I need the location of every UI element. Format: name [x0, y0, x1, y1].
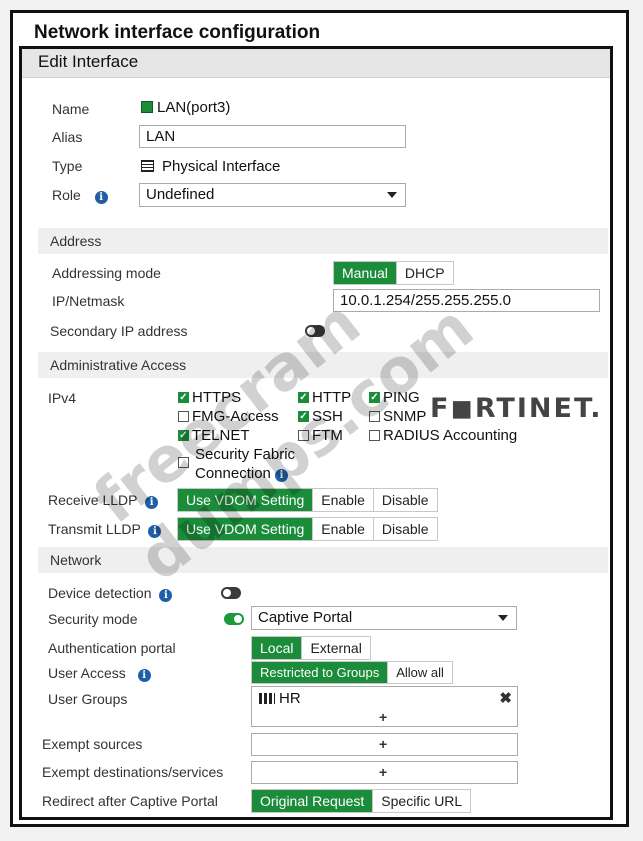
- auth-external-button[interactable]: External: [302, 637, 369, 659]
- lldp-enable-button[interactable]: Enable: [313, 489, 374, 511]
- auth-portal-toggle: Local External: [251, 636, 371, 660]
- ip-netmask-label: IP/Netmask: [52, 293, 125, 309]
- user-access-toggle: Restricted to Groups Allow all: [251, 661, 453, 684]
- lldp-disable-button[interactable]: Disable: [374, 518, 437, 540]
- lldp-disable-button[interactable]: Disable: [374, 489, 437, 511]
- user-group-name: HR: [279, 690, 301, 707]
- security-mode-select[interactable]: Captive Portal: [251, 606, 517, 630]
- role-text: Role: [52, 187, 81, 203]
- device-detection-label: Device detection i: [48, 585, 173, 602]
- user-group-icon: [259, 693, 275, 704]
- security-mode-toggle[interactable]: [224, 613, 244, 625]
- port-icon: [141, 101, 153, 113]
- role-selected: Undefined: [146, 186, 215, 203]
- auth-portal-label: Authentication portal: [48, 640, 176, 656]
- secondary-ip-label: Secondary IP address: [50, 323, 188, 339]
- exempt-sources-label: Exempt sources: [42, 736, 143, 752]
- name-value: LAN(port3): [141, 99, 230, 116]
- dialog-title: Edit Interface: [38, 52, 139, 71]
- section-network: Network: [38, 547, 608, 573]
- alias-input[interactable]: LAN: [139, 125, 406, 148]
- user-groups-label: User Groups: [48, 691, 128, 707]
- remove-icon[interactable]: ✖: [499, 689, 512, 707]
- specific-url-button[interactable]: Specific URL: [373, 790, 470, 812]
- section-network-label: Network: [50, 552, 102, 568]
- chevron-down-icon: [387, 192, 397, 198]
- exempt-destinations-field[interactable]: +: [251, 761, 518, 784]
- redirect-label: Redirect after Captive Portal: [42, 793, 218, 809]
- device-detection-text: Device detection: [48, 585, 152, 601]
- restricted-to-groups-button[interactable]: Restricted to Groups: [252, 662, 389, 683]
- user-group-entry: HR: [259, 690, 301, 707]
- original-request-button[interactable]: Original Request: [252, 790, 374, 812]
- device-detection-toggle[interactable]: [221, 587, 241, 599]
- security-mode-selected: Captive Portal: [258, 609, 353, 626]
- checkbox-label: RADIUS Accounting: [383, 427, 518, 444]
- page-title: Network interface configuration: [34, 22, 321, 43]
- checkbox-radius-accounting[interactable]: RADIUS Accounting: [369, 427, 517, 444]
- chevron-down-icon: [498, 615, 508, 621]
- physical-interface-icon: [141, 160, 154, 172]
- info-icon[interactable]: i: [137, 669, 151, 682]
- role-select[interactable]: Undefined: [139, 183, 406, 207]
- type-label: Type: [52, 158, 83, 174]
- type-value: Physical Interface: [141, 158, 280, 175]
- add-icon[interactable]: +: [379, 764, 387, 780]
- add-icon[interactable]: +: [379, 709, 387, 725]
- addressing-mode-label: Addressing mode: [52, 265, 161, 281]
- info-icon[interactable]: i: [94, 191, 108, 204]
- auth-local-button[interactable]: Local: [252, 637, 303, 659]
- user-groups-field[interactable]: HR ✖ +: [251, 686, 518, 727]
- section-admin-access-label: Administrative Access: [50, 357, 187, 373]
- name-text: LAN(port3): [157, 99, 231, 116]
- user-access-text: User Access: [48, 665, 126, 681]
- allow-all-button[interactable]: Allow all: [388, 662, 452, 683]
- redirect-toggle: Original Request Specific URL: [251, 789, 472, 813]
- section-address-label: Address: [50, 233, 102, 249]
- add-icon[interactable]: +: [379, 736, 387, 752]
- name-label: Name: [52, 101, 90, 117]
- type-text: Physical Interface: [162, 158, 281, 175]
- exempt-destinations-label: Exempt destinations/services: [42, 764, 224, 780]
- lldp-enable-button[interactable]: Enable: [313, 518, 374, 540]
- fortinet-logo: F◼RTINET.: [430, 393, 603, 424]
- dialog-header: Edit Interface: [22, 49, 610, 78]
- alias-label: Alias: [52, 129, 83, 145]
- user-access-label: User Access i: [48, 665, 151, 682]
- ipv4-label: IPv4: [48, 390, 77, 406]
- role-label: Role i: [52, 187, 108, 204]
- security-mode-label: Security mode: [48, 611, 138, 627]
- exempt-sources-field[interactable]: +: [251, 733, 518, 756]
